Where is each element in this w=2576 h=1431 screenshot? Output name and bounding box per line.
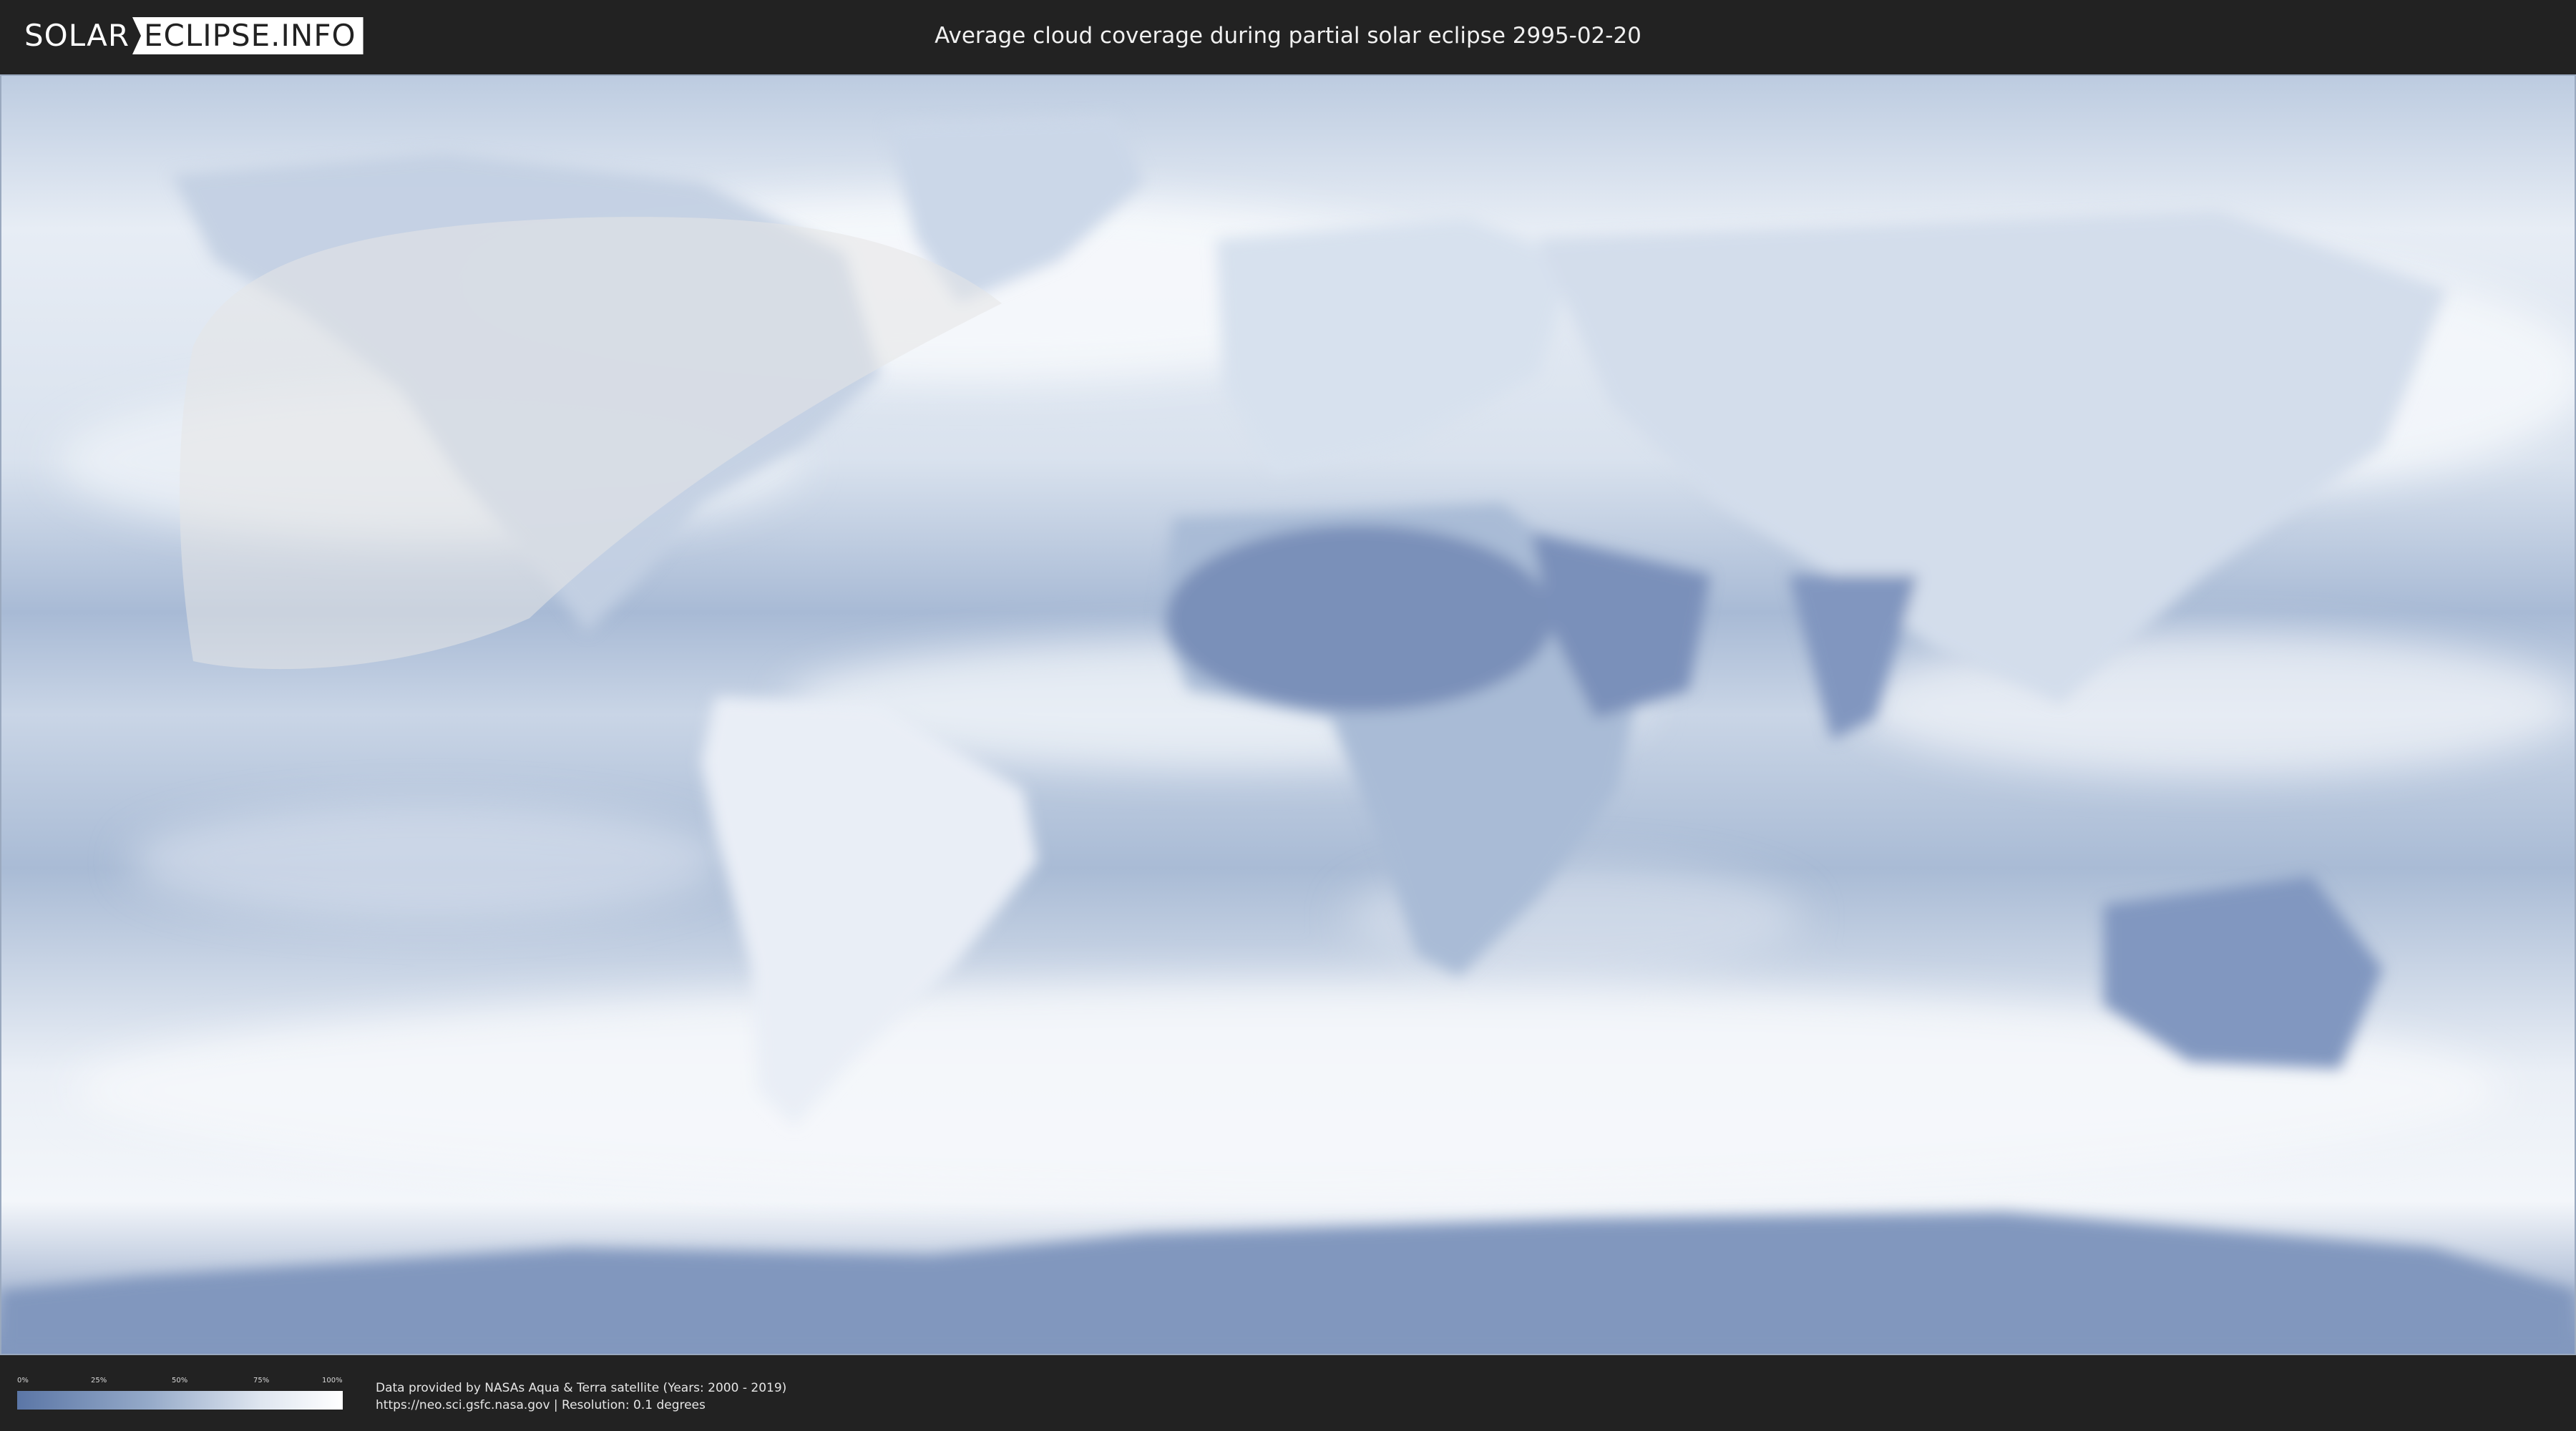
page-title: Average cloud coverage during partial so… bbox=[935, 23, 1641, 49]
data-credit: Data provided by NASAs Aqua & Terra sate… bbox=[376, 1381, 787, 1395]
legend-tick-50: 50% bbox=[172, 1377, 188, 1384]
legend-tick-100: 100% bbox=[322, 1377, 343, 1384]
legend-color-bar bbox=[17, 1391, 343, 1410]
legend-tick-75: 75% bbox=[253, 1377, 270, 1384]
header: SOLAR ECLIPSE.INFO Average cloud coverag… bbox=[0, 0, 2576, 72]
legend-tick-0: 0% bbox=[17, 1377, 29, 1384]
legend-tick-25: 25% bbox=[91, 1377, 107, 1384]
footer: 0% 25% 50% 75% 100% Data provided by NAS… bbox=[0, 1355, 2576, 1431]
cloud-coverage-map bbox=[0, 74, 2576, 1355]
data-source-link[interactable]: https://neo.sci.gsfc.nasa.gov | Resoluti… bbox=[376, 1397, 706, 1414]
page: SOLAR ECLIPSE.INFO Average cloud coverag… bbox=[0, 0, 2576, 1431]
map-svg bbox=[0, 74, 2576, 1355]
